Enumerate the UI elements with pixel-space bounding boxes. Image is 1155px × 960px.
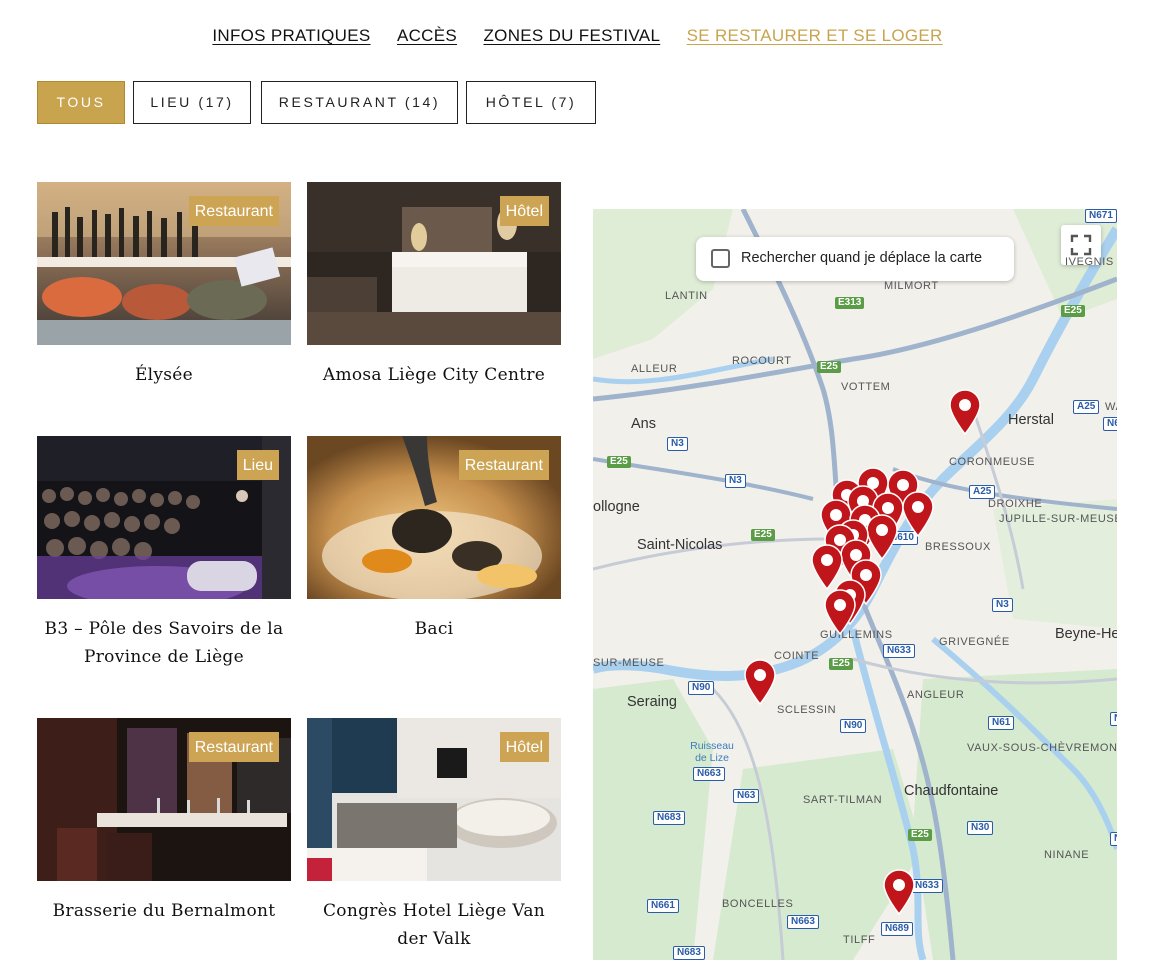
map-label: VAUX-SOUS-CHÈVREMONT bbox=[967, 742, 1117, 754]
road-shield: N61 bbox=[988, 716, 1015, 730]
map-label: NINANE bbox=[1044, 849, 1090, 861]
road-shield: E25 bbox=[751, 529, 775, 541]
map[interactable]: Rechercher quand je déplace la carte LAN… bbox=[593, 209, 1117, 960]
map-label: Beyne-He bbox=[1055, 626, 1117, 642]
search-on-move-toggle[interactable]: Rechercher quand je déplace la carte bbox=[696, 237, 1014, 281]
road-shield: A25 bbox=[1073, 400, 1100, 414]
map-label: ALLEUR bbox=[631, 363, 678, 375]
card-brasserie-du-bernalmont[interactable]: Restaurant Brasserie du Bernalmont bbox=[37, 718, 291, 925]
map-label: JUPILLE-SUR-MEUSE bbox=[999, 513, 1117, 525]
card-image: Restaurant bbox=[307, 436, 561, 599]
category-badge: Hôtel bbox=[499, 196, 549, 226]
map-pin-icon[interactable] bbox=[823, 589, 857, 635]
nav-infos-pratiques[interactable]: INFOS PRATIQUES bbox=[212, 26, 370, 46]
card-title: Élysée bbox=[134, 365, 194, 385]
map-label: ANGLEUR bbox=[907, 689, 965, 701]
card-title: Baci bbox=[414, 619, 454, 639]
road-shield: N663 bbox=[787, 915, 819, 929]
road-shield: N90 bbox=[840, 719, 867, 733]
map-label: ROCOURT bbox=[732, 355, 792, 367]
road-shield: N6 bbox=[1103, 417, 1117, 431]
map-label: BONCELLES bbox=[722, 898, 794, 910]
road-shield: N bbox=[1110, 712, 1117, 726]
search-on-move-label: Rechercher quand je déplace la carte bbox=[741, 250, 983, 266]
map-label: Saint-Nicolas bbox=[637, 537, 723, 553]
map-pin-icon[interactable] bbox=[901, 491, 935, 537]
category-badge: Restaurant bbox=[188, 196, 279, 226]
road-shield: N683 bbox=[673, 946, 705, 960]
map-label: MILMORT bbox=[884, 280, 939, 292]
map-label: Herstal bbox=[1008, 412, 1054, 428]
road-shield: N671 bbox=[1085, 209, 1117, 223]
road-shield: E25 bbox=[829, 658, 853, 670]
road-shield: N663 bbox=[693, 767, 725, 781]
card-title: Amosa Liège City Centre bbox=[322, 365, 546, 385]
road-shield: E25 bbox=[908, 829, 932, 841]
road-shield: E25 bbox=[817, 361, 841, 373]
map-pin-icon[interactable] bbox=[743, 659, 777, 705]
road-shield: A25 bbox=[969, 485, 996, 499]
card-b3[interactable]: Lieu B3 – Pôle des Savoirs de la Provinc… bbox=[37, 436, 291, 671]
map-label: ollogne bbox=[593, 499, 640, 515]
road-shield: N689 bbox=[881, 922, 913, 936]
card-amosa[interactable]: Hôtel Amosa Liège City Centre bbox=[307, 182, 561, 389]
map-label: GRIVEGNÉE bbox=[939, 636, 1010, 648]
category-badge: Lieu bbox=[236, 450, 279, 480]
road-shield: N3 bbox=[992, 598, 1013, 612]
map-label: Seraing bbox=[627, 694, 677, 710]
map-label: Chaudfontaine bbox=[904, 783, 999, 799]
card-image: Restaurant bbox=[37, 182, 291, 345]
road-shield: E313 bbox=[835, 297, 865, 309]
filter-hotel[interactable]: HÔTEL (7) bbox=[466, 81, 596, 124]
category-badge: Restaurant bbox=[458, 450, 549, 480]
nav-acces[interactable]: ACCÈS bbox=[397, 26, 457, 46]
filter-restaurant[interactable]: RESTAURANT (14) bbox=[261, 81, 458, 124]
road-shield: N30 bbox=[967, 821, 994, 835]
card-image: Hôtel bbox=[307, 182, 561, 345]
card-image: Lieu bbox=[37, 436, 291, 599]
map-label: IVEGNIS bbox=[1065, 256, 1114, 268]
card-title: Brasserie du Bernalmont bbox=[52, 901, 276, 921]
map-label: Ruisseau de Lize bbox=[690, 740, 734, 764]
map-label: BRESSOUX bbox=[925, 541, 991, 553]
filter-tous[interactable]: TOUS bbox=[37, 81, 125, 124]
map-label: SART-TILMAN bbox=[803, 794, 883, 806]
top-navigation: INFOS PRATIQUES ACCÈS ZONES DU FESTIVAL … bbox=[0, 26, 1155, 46]
road-shield: E25 bbox=[607, 456, 631, 468]
card-congres-hotel[interactable]: Hôtel Congrès Hotel Liège Van der Valk bbox=[307, 718, 561, 953]
road-shield: N63 bbox=[733, 789, 760, 803]
road-shield: N90 bbox=[688, 681, 715, 695]
filter-lieu[interactable]: LIEU (17) bbox=[133, 81, 251, 124]
card-image: Restaurant bbox=[37, 718, 291, 881]
map-label: CORONMEUSE bbox=[949, 456, 1036, 468]
road-shield: N bbox=[1110, 832, 1117, 846]
map-label: SUR-MEUSE bbox=[593, 657, 665, 669]
card-image: Hôtel bbox=[307, 718, 561, 881]
card-title: B3 – Pôle des Savoirs de la Province de … bbox=[44, 619, 284, 667]
card-title: Congrès Hotel Liège Van der Valk bbox=[322, 901, 545, 949]
map-label: TILFF bbox=[843, 934, 876, 946]
checkbox-icon[interactable] bbox=[711, 249, 730, 268]
map-pin-icon[interactable] bbox=[948, 389, 982, 435]
map-label: SCLESSIN bbox=[777, 704, 837, 716]
map-label: COINTE bbox=[774, 650, 820, 662]
map-label: DROIXHE bbox=[988, 498, 1043, 510]
map-label: WA bbox=[1105, 401, 1117, 413]
road-shield: N3 bbox=[667, 437, 688, 451]
road-shield: E25 bbox=[1061, 305, 1085, 317]
map-label: VOTTEM bbox=[841, 381, 891, 393]
nav-zones-du-festival[interactable]: ZONES DU FESTIVAL bbox=[484, 26, 661, 46]
category-badge: Hôtel bbox=[499, 732, 549, 762]
road-shield: N633 bbox=[883, 644, 915, 658]
road-shield: N661 bbox=[647, 899, 679, 913]
map-pin-icon[interactable] bbox=[882, 869, 916, 915]
map-label: LANTIN bbox=[665, 290, 708, 302]
card-baci[interactable]: Restaurant Baci bbox=[307, 436, 561, 643]
card-elysee[interactable]: Restaurant Élysée bbox=[37, 182, 291, 389]
map-label: Ans bbox=[631, 416, 656, 432]
category-badge: Restaurant bbox=[188, 732, 279, 762]
road-shield: N683 bbox=[653, 811, 685, 825]
road-shield: N3 bbox=[725, 474, 746, 488]
nav-se-restaurer-et-se-loger[interactable]: SE RESTAURER ET SE LOGER bbox=[687, 26, 943, 46]
